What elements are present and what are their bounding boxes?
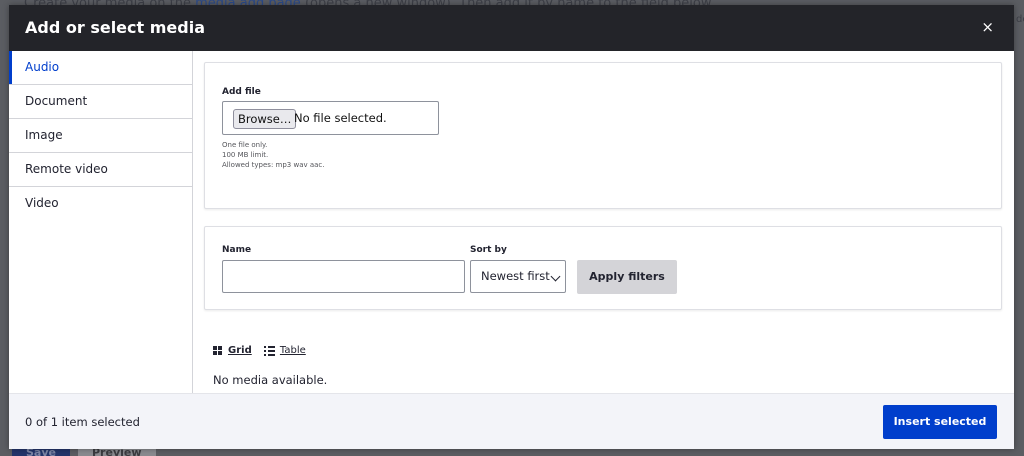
help-file-count: One file only. [222,141,268,149]
dialog-footer: 0 of 1 item selected Insert selected [9,393,1014,449]
tab-remote-video[interactable]: Remote video [9,153,192,187]
file-input[interactable]: Browse… No file selected. [222,101,439,135]
tab-video[interactable]: Video [9,187,192,221]
help-size-limit: 100 MB limit. [222,151,269,159]
grid-view-link[interactable]: Grid [213,345,252,356]
add-file-label: Add file [222,87,261,97]
name-filter-label: Name [222,245,252,255]
dialog-titlebar: Add or select media × [9,5,1014,51]
sort-by-value: Newest first [481,269,550,283]
filters-form: Name Sort by Newest first Apply filters [204,226,1002,310]
tab-document[interactable]: Document [9,85,192,119]
upload-form: Add file Browse… No file selected. One f… [204,62,1002,209]
sort-by-select[interactable]: Newest first [470,260,566,293]
tab-audio[interactable]: Audio [9,51,192,85]
backdrop-side-fragment: de [1016,14,1024,25]
insert-selected-button[interactable]: Insert selected [883,405,997,439]
view-switcher: Grid Table [213,345,315,359]
sort-by-label: Sort by [470,245,507,255]
help-allowed-types: Allowed types: mp3 wav aac. [222,161,325,169]
grid-view-label: Grid [228,345,252,356]
file-status-text: No file selected. [294,111,387,125]
dialog-title: Add or select media [25,18,205,37]
table-view-link[interactable]: Table [263,345,306,356]
empty-message: No media available. [213,373,328,387]
tab-image[interactable]: Image [9,119,192,153]
chevron-down-icon [550,271,561,282]
apply-filters-button[interactable]: Apply filters [577,260,677,294]
media-library-content: Add file Browse… No file selected. One f… [193,51,1014,393]
grid-icon [213,345,223,356]
list-icon [263,345,275,356]
browse-button[interactable]: Browse… [233,109,297,129]
name-filter-input[interactable] [222,260,465,293]
media-type-tabs: Audio Document Image Remote video Video [9,51,193,393]
close-button[interactable]: × [981,19,994,35]
close-icon: × [981,18,994,36]
media-library-dialog: Add or select media × Audio Document Ima… [9,5,1014,449]
selection-count: 0 of 1 item selected [25,415,140,429]
table-view-label: Table [279,345,306,356]
